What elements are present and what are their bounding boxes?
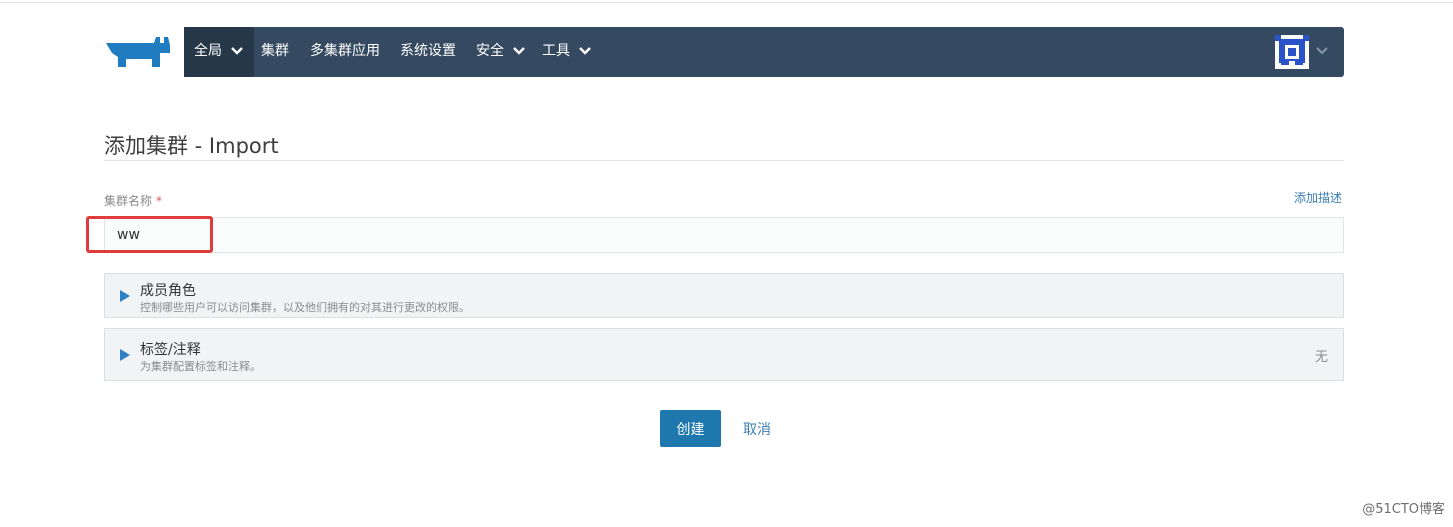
user-avatar-icon[interactable] [1275, 35, 1309, 69]
create-button[interactable]: 创建 [660, 410, 721, 447]
cluster-name-label: 集群名称 * [104, 192, 162, 209]
chevron-down-icon [231, 47, 244, 55]
nav-tools-label: 工具 [542, 43, 570, 59]
nav-tools[interactable]: 工具 [542, 27, 592, 77]
nav-cluster-label: 集群 [261, 43, 289, 59]
rancher-logo-icon[interactable] [104, 35, 174, 69]
user-menu-chevron-icon[interactable] [1315, 46, 1329, 56]
watermark: @51CTO博客 [1362, 502, 1445, 517]
labels-annotations-section[interactable]: 标签/注释 为集群配置标签和注释。 无 [104, 328, 1344, 381]
nav-global[interactable]: 全局 [184, 27, 255, 77]
nav-cluster[interactable]: 集群 [261, 27, 289, 77]
member-roles-title: 成员角色 [140, 283, 196, 299]
required-mark: * [156, 194, 163, 208]
cancel-button[interactable]: 取消 [728, 410, 786, 447]
cluster-name-input[interactable] [104, 217, 1344, 253]
chevron-down-icon [579, 47, 592, 55]
expand-arrow-icon [120, 349, 130, 361]
member-roles-section[interactable]: 成员角色 控制哪些用户可以访问集群，以及他们拥有的对其进行更改的权限。 [104, 273, 1344, 318]
member-roles-subtitle: 控制哪些用户可以访问集群，以及他们拥有的对其进行更改的权限。 [140, 301, 470, 314]
nav-multi-cluster-apps-label: 多集群应用 [310, 43, 380, 59]
add-description-link[interactable]: 添加描述 [1294, 189, 1342, 206]
nav-system-settings-label: 系统设置 [400, 43, 456, 59]
nav-security[interactable]: 安全 [476, 27, 526, 77]
top-divider [0, 2, 1453, 3]
title-divider [104, 160, 1344, 161]
labels-annotations-subtitle: 为集群配置标签和注释。 [140, 360, 261, 373]
nav-multi-cluster-apps[interactable]: 多集群应用 [310, 27, 380, 77]
expand-arrow-icon [120, 290, 130, 302]
nav-security-label: 安全 [476, 43, 504, 59]
labels-annotations-status: 无 [1314, 350, 1328, 365]
chevron-down-icon [513, 47, 526, 55]
top-navbar: 全局 集群 多集群应用 系统设置 安全 工具 [184, 27, 1344, 77]
nav-system-settings[interactable]: 系统设置 [400, 27, 456, 77]
labels-annotations-title: 标签/注释 [140, 342, 201, 358]
page-title: 添加集群 - Import [104, 134, 279, 159]
nav-global-label: 全局 [194, 43, 222, 59]
cluster-name-label-text: 集群名称 [104, 194, 153, 208]
